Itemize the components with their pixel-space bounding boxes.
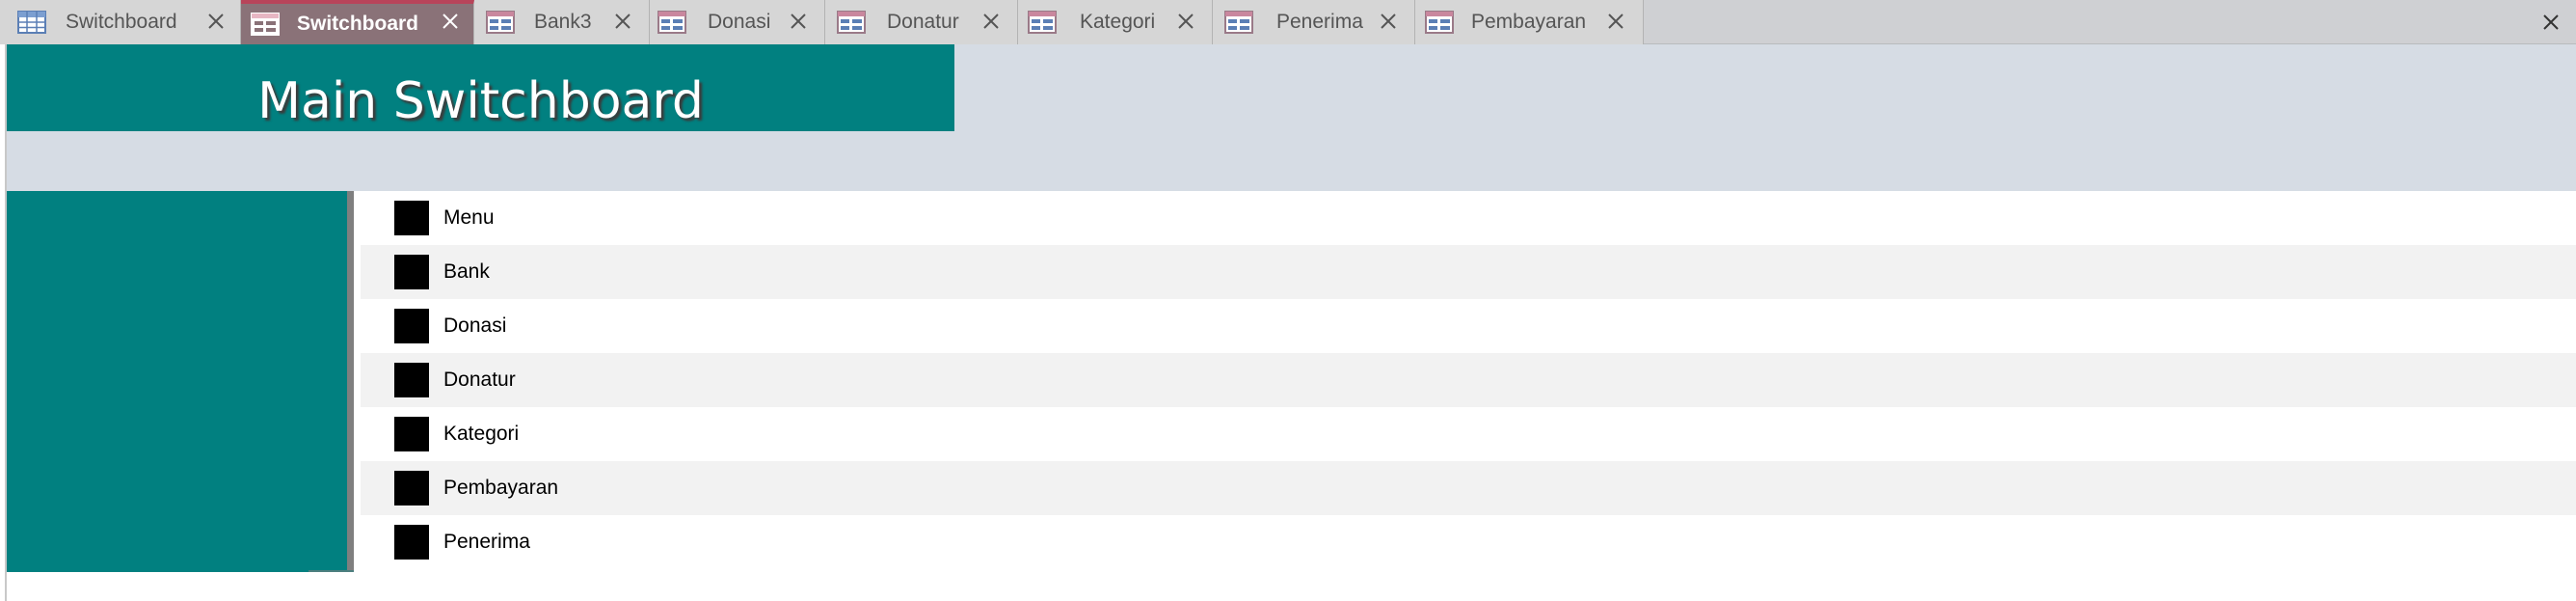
menu-button[interactable]	[394, 363, 429, 397]
form-icon	[1425, 11, 1454, 34]
tab-label: Switchboard	[297, 13, 419, 35]
tab-label: Bank3	[534, 11, 592, 33]
tab-donasi[interactable]: Donasi	[650, 0, 825, 44]
page-title: Main Switchboard	[257, 72, 704, 130]
close-icon[interactable]	[439, 10, 462, 33]
menu-item-label[interactable]: Donasi	[443, 314, 506, 338]
menu-button[interactable]	[394, 201, 429, 235]
tab-switchboard-table[interactable]: Switchboard	[0, 0, 241, 44]
menu-item-label[interactable]: Bank	[443, 260, 490, 284]
menu-item-menu[interactable]: Menu	[361, 191, 2576, 245]
form-left-border	[0, 44, 7, 601]
panel-shadow	[309, 570, 354, 572]
close-icon[interactable]	[1604, 10, 1627, 33]
tab-label: Kategori	[1080, 11, 1156, 33]
menu-button[interactable]	[394, 525, 429, 560]
close-icon[interactable]	[979, 10, 1003, 33]
close-icon[interactable]	[1377, 10, 1400, 33]
form-icon	[1224, 11, 1253, 34]
close-icon[interactable]	[1174, 10, 1197, 33]
form-icon	[486, 11, 515, 34]
menu-item-bank[interactable]: Bank	[361, 245, 2576, 299]
form-icon	[251, 13, 280, 36]
menu-item-label[interactable]: Pembayaran	[443, 477, 558, 500]
close-icon[interactable]	[204, 10, 228, 33]
form-icon	[837, 11, 866, 34]
close-icon[interactable]	[787, 10, 810, 33]
menu-button[interactable]	[394, 417, 429, 451]
menu-item-pembayaran[interactable]: Pembayaran	[361, 461, 2576, 515]
tab-label: Donasi	[708, 11, 771, 33]
form-icon	[657, 11, 686, 34]
form-icon	[1028, 11, 1057, 34]
document-tab-bar: Switchboard Switchboard Bank3 Donasi Don…	[0, 0, 2576, 44]
tab-donatur[interactable]: Donatur	[825, 0, 1018, 44]
tab-pembayaran[interactable]: Pembayaran	[1415, 0, 1644, 44]
tab-label: Penerima	[1276, 11, 1363, 33]
menu-button[interactable]	[394, 471, 429, 505]
table-icon	[17, 11, 46, 34]
tab-kategori[interactable]: Kategori	[1018, 0, 1213, 44]
menu-item-kategori[interactable]: Kategori	[361, 407, 2576, 461]
tab-bank3[interactable]: Bank3	[474, 0, 650, 44]
menu-item-donasi[interactable]: Donasi	[361, 299, 2576, 353]
menu-item-label[interactable]: Kategori	[443, 423, 519, 446]
menu-item-penerima[interactable]: Penerima	[361, 515, 2576, 569]
menu-item-label[interactable]: Donatur	[443, 369, 516, 392]
close-all-icon[interactable]	[2540, 12, 2562, 33]
tab-label: Pembayaran	[1471, 11, 1587, 33]
menu-button[interactable]	[394, 309, 429, 343]
left-decor-panel	[7, 191, 354, 572]
title-band: Main Switchboard	[7, 44, 954, 131]
menu-button[interactable]	[394, 255, 429, 289]
tab-penerima[interactable]: Penerima	[1213, 0, 1415, 44]
tab-label: Donatur	[887, 11, 959, 33]
menu-item-label[interactable]: Menu	[443, 206, 495, 230]
menu-item-label[interactable]: Penerima	[443, 531, 530, 554]
menu-item-donatur[interactable]: Donatur	[361, 353, 2576, 407]
close-icon[interactable]	[611, 10, 634, 33]
switchboard-menu: Menu Bank Donasi Donatur Kategori Pembay…	[361, 191, 2576, 569]
tab-switchboard-form[interactable]: Switchboard	[241, 0, 474, 44]
tab-label: Switchboard	[66, 11, 177, 33]
